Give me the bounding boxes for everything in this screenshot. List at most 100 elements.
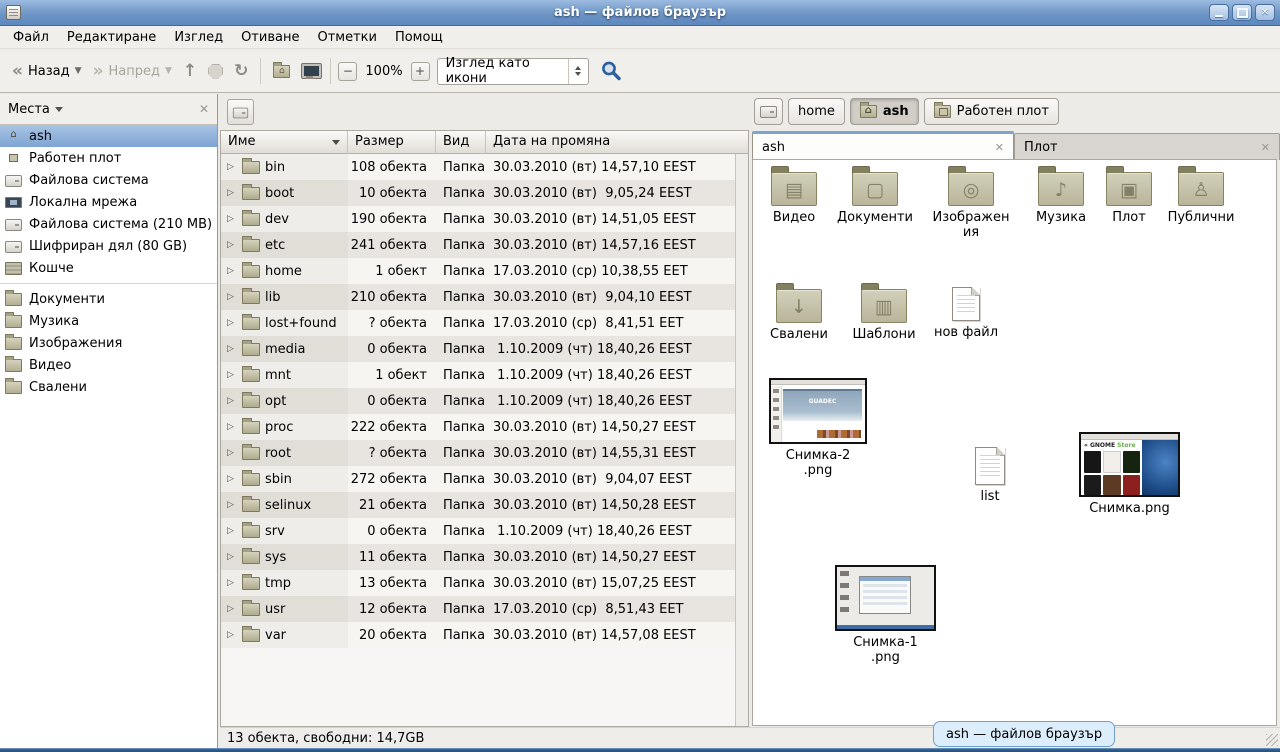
- sidebar-item[interactable]: Работен плот: [0, 147, 217, 169]
- column-header-size[interactable]: Размер: [348, 131, 436, 154]
- back-dropdown-icon[interactable]: ▼: [75, 66, 82, 76]
- expander-icon[interactable]: ▷: [227, 344, 237, 354]
- table-row[interactable]: ▷ media 0 обекта Папка 1.10.2009 (чт) 18…: [221, 336, 748, 362]
- icon-snimka1[interactable]: Снимка-1.png: [835, 565, 936, 665]
- expander-icon[interactable]: ▷: [227, 214, 237, 224]
- icon-public[interactable]: ♙ Публични: [1160, 172, 1242, 225]
- table-row[interactable]: ▷ home 1 обект Папка 17.03.2010 (ср) 10,…: [221, 258, 748, 284]
- table-row[interactable]: ▷ sbin 272 обекта Папка 30.03.2010 (вт) …: [221, 466, 748, 492]
- view-mode-spinner-icon[interactable]: [568, 59, 588, 84]
- tab-close-icon[interactable]: ✕: [1261, 141, 1270, 154]
- sidebar-item[interactable]: Документи: [0, 288, 217, 310]
- expander-icon[interactable]: ▷: [227, 448, 237, 458]
- reload-button[interactable]: ↻: [229, 56, 253, 86]
- expander-icon[interactable]: ▷: [227, 266, 237, 276]
- icon-snimka2[interactable]: GUADEC Снимка-2.png: [769, 378, 867, 478]
- close-button[interactable]: ✕: [1255, 4, 1275, 21]
- view-mode-select[interactable]: Изглед като икони: [437, 58, 589, 85]
- tab-ash[interactable]: ash ✕: [752, 131, 1014, 160]
- expander-icon[interactable]: ▷: [227, 396, 237, 406]
- menu-item[interactable]: Помощ: [386, 28, 452, 47]
- expander-icon[interactable]: ▷: [227, 188, 237, 198]
- sidebar-item[interactable]: Музика: [0, 310, 217, 332]
- computer-button[interactable]: [296, 59, 323, 83]
- sidebar-item[interactable]: Видео: [0, 354, 217, 376]
- titlebar[interactable]: ash — файлов браузър ✕: [0, 0, 1280, 26]
- table-row[interactable]: ▷ proc 222 обекта Папка 30.03.2010 (вт) …: [221, 414, 748, 440]
- back-button[interactable]: « Назад ▼: [7, 58, 87, 85]
- icon-list-file[interactable]: list: [949, 447, 1031, 504]
- expander-icon[interactable]: ▷: [227, 604, 237, 614]
- menu-item[interactable]: Отиване: [232, 28, 308, 47]
- up-button[interactable]: ↑: [178, 56, 202, 86]
- table-row[interactable]: ▷ boot 10 обекта Папка 30.03.2010 (вт) 9…: [221, 180, 748, 206]
- table-row[interactable]: ▷ dev 190 обекта Папка 30.03.2010 (вт) 1…: [221, 206, 748, 232]
- expander-icon[interactable]: ▷: [227, 526, 237, 536]
- icon-templates[interactable]: ▥ Шаблони: [843, 289, 925, 342]
- column-header-type[interactable]: Вид: [436, 131, 486, 154]
- search-button[interactable]: [600, 60, 622, 82]
- sidebar-item[interactable]: Шифриран дял (80 GB): [0, 235, 217, 257]
- forward-button[interactable]: » Напред ▼: [88, 58, 177, 85]
- table-row[interactable]: ▷ etc 241 обекта Папка 30.03.2010 (вт) 1…: [221, 232, 748, 258]
- tab-close-icon[interactable]: ✕: [995, 141, 1004, 154]
- sidebar-item[interactable]: Локална мрежа: [0, 191, 217, 213]
- table-row[interactable]: ▷ opt 0 обекта Папка 1.10.2009 (чт) 18,4…: [221, 388, 748, 414]
- path-root-button[interactable]: [754, 98, 783, 125]
- resize-grip[interactable]: [1266, 734, 1278, 746]
- maximize-button[interactable]: [1232, 4, 1252, 21]
- expander-icon[interactable]: ▷: [227, 552, 237, 562]
- expander-icon[interactable]: ▷: [227, 318, 237, 328]
- root-location-button[interactable]: [227, 99, 254, 125]
- path-current-button[interactable]: ash: [850, 98, 919, 125]
- table-row[interactable]: ▷ root ? обекта Папка 30.03.2010 (вт) 14…: [221, 440, 748, 466]
- sidebar-item[interactable]: Кошче: [0, 257, 217, 279]
- column-header-name[interactable]: Име: [221, 131, 348, 154]
- table-row[interactable]: ▷ srv 0 обекта Папка 1.10.2009 (чт) 18,4…: [221, 518, 748, 544]
- menu-item[interactable]: Отметки: [308, 28, 385, 47]
- icon-new-file[interactable]: нов файл: [925, 287, 1007, 340]
- icon-video[interactable]: ▤ Видео: [753, 172, 835, 225]
- column-header-modified[interactable]: Дата на промяна: [486, 131, 748, 154]
- table-row[interactable]: ▷ sys 11 обекта Папка 30.03.2010 (вт) 14…: [221, 544, 748, 570]
- expander-icon[interactable]: ▷: [227, 292, 237, 302]
- icon-documents[interactable]: ▢ Документи: [834, 172, 916, 225]
- home-button[interactable]: ⌂: [268, 60, 295, 83]
- path-home-button[interactable]: home: [788, 98, 845, 125]
- table-row[interactable]: ▷ bin 108 обекта Папка 30.03.2010 (вт) 1…: [221, 154, 748, 180]
- table-row[interactable]: ▷ tmp 13 обекта Папка 30.03.2010 (вт) 15…: [221, 570, 748, 596]
- table-row[interactable]: ▷ lib 210 обекта Папка 30.03.2010 (вт) 9…: [221, 284, 748, 310]
- stop-button[interactable]: [203, 59, 228, 84]
- minimize-button[interactable]: [1209, 4, 1229, 21]
- expander-icon[interactable]: ▷: [227, 500, 237, 510]
- table-row[interactable]: ▷ var 20 обекта Папка 30.03.2010 (вт) 14…: [221, 622, 748, 648]
- icon-pictures[interactable]: ◎ Изображения: [932, 172, 1010, 240]
- menu-item[interactable]: Изглед: [165, 28, 232, 47]
- sidebar-item[interactable]: Свалени: [0, 376, 217, 398]
- expander-icon[interactable]: ▷: [227, 162, 237, 172]
- expander-icon[interactable]: ▷: [227, 474, 237, 484]
- sidebar-item[interactable]: Изображения: [0, 332, 217, 354]
- menu-item[interactable]: Файл: [4, 28, 58, 47]
- table-row[interactable]: ▷ lost+found ? обекта Папка 17.03.2010 (…: [221, 310, 748, 336]
- menu-item[interactable]: Редактиране: [58, 28, 165, 47]
- expander-icon[interactable]: ▷: [227, 422, 237, 432]
- table-row[interactable]: ▷ mnt 1 обект Папка 1.10.2009 (чт) 18,40…: [221, 362, 748, 388]
- table-row[interactable]: ▷ usr 12 обекта Папка 17.03.2010 (ср) 8,…: [221, 596, 748, 622]
- sidebar-close-icon[interactable]: ✕: [199, 102, 209, 116]
- expander-icon[interactable]: ▷: [227, 578, 237, 588]
- zoom-in-button[interactable]: +: [411, 62, 430, 81]
- vertical-scrollbar[interactable]: [735, 154, 748, 726]
- tab-plot[interactable]: Плот ✕: [1014, 133, 1280, 160]
- icon-downloads[interactable]: ↓ Свалени: [758, 289, 840, 342]
- sidebar-item[interactable]: ash: [0, 125, 217, 147]
- expander-icon[interactable]: ▷: [227, 630, 237, 640]
- path-desktop-button[interactable]: Работен плот: [924, 98, 1059, 125]
- zoom-out-button[interactable]: −: [338, 62, 357, 81]
- sidebar-mode-select[interactable]: Места: [8, 102, 50, 117]
- sidebar-item[interactable]: Файлова система: [0, 169, 217, 191]
- icon-snimka[interactable]: « GNOME Store Снимка.png: [1079, 432, 1180, 516]
- sidebar-item[interactable]: Файлова система (210 MB): [0, 213, 217, 235]
- expander-icon[interactable]: ▷: [227, 240, 237, 250]
- table-row[interactable]: ▷ selinux 21 обекта Папка 30.03.2010 (вт…: [221, 492, 748, 518]
